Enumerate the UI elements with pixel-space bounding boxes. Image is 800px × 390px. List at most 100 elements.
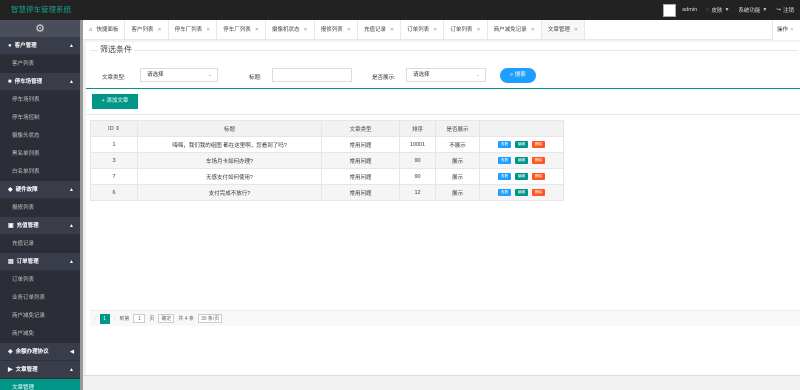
cell-type: 常用问题 (321, 168, 400, 185)
edit-button[interactable]: 编辑 (515, 141, 528, 148)
delete-button[interactable]: 删除 (532, 189, 545, 196)
close-icon[interactable]: ✕ (206, 20, 210, 40)
sidebar-item[interactable]: 停车场控制 (0, 109, 80, 127)
tab[interactable]: 停车厂列表 ✕ (169, 20, 218, 39)
close-icon[interactable]: ✕ (531, 20, 535, 40)
tab-label: 停车厂列表 (174, 26, 203, 33)
system-menu[interactable]: 系统功能 ▼ (738, 6, 767, 14)
main-content: 文章类型: 请选择 ⌄ 标题: 是否展示: 请选择 ⌄ ⌕ 搜索 筛选条件 + … (86, 42, 800, 390)
sidebar-item[interactable]: 停车场列表 (0, 91, 80, 109)
edit-button[interactable]: 编辑 (515, 157, 528, 164)
view-button[interactable]: 查看 (498, 173, 511, 180)
sidebar-menu: ● 客户管理 ▲ 客户列表 ■ 停车场管理 ▲ 停车场列表 停车场控制 摄像头状态 黑名单列表 白名单… (0, 37, 80, 390)
logout-button[interactable]: ↪ 注销 (776, 6, 794, 14)
column-header-type: 文章类型 (321, 120, 400, 137)
close-icon[interactable]: ✕ (433, 20, 437, 40)
sidebar-item[interactable]: 业务订单列表 (0, 289, 80, 307)
current-page[interactable]: 1 (99, 313, 110, 324)
tab-label: 充值记录 (363, 26, 386, 33)
show-select[interactable]: 请选择 ⌄ (406, 68, 486, 82)
sidebar-item[interactable]: 订单列表 (0, 271, 80, 289)
column-header-title: 标题 (137, 120, 322, 137)
delete-button[interactable]: 删除 (532, 141, 545, 148)
chevron-icon: ▲ (69, 367, 74, 373)
tab[interactable]: 客户列表 ✕ (125, 20, 169, 40)
tab-label: 快捷面板 (96, 26, 119, 33)
tab[interactable]: 充值记录 ✕ (358, 20, 402, 40)
close-icon[interactable]: ✕ (476, 20, 480, 40)
sidebar-group[interactable]: ▤ 订单管理 ▲ (0, 253, 80, 271)
close-icon[interactable]: ✕ (255, 20, 259, 40)
view-button[interactable]: 查看 (498, 189, 511, 196)
cell-id: 3 (90, 152, 138, 169)
sidebar-group-label: 客户管理 (14, 43, 37, 49)
sidebar-scrollbar[interactable] (80, 20, 83, 390)
view-button[interactable]: 查看 (498, 141, 511, 148)
delete-button[interactable]: 删除 (532, 173, 545, 180)
page-size-select[interactable]: 30 条/页 (197, 314, 223, 323)
sidebar-item[interactable]: 商户减免 (0, 325, 80, 343)
close-icon[interactable]: ✕ (157, 20, 161, 40)
sidebar-item[interactable]: 黑名单列表 (0, 145, 80, 163)
table-row: 6 支付完成不放行? 常用问题 12 展示 查看 编辑 删除 (90, 184, 564, 201)
sidebar-item[interactable]: 报修列表 (0, 199, 80, 217)
sidebar-item[interactable]: 白名单列表 (0, 163, 80, 181)
tab[interactable]: 停车厂列表 ✕ (217, 20, 266, 39)
tab[interactable]: ⌂ 快捷面板 (83, 20, 126, 39)
sidebar-group[interactable]: ▣ 充值管理 ▲ (0, 217, 80, 235)
edit-button[interactable]: 编辑 (515, 173, 528, 180)
search-button[interactable]: ⌕ 搜索 (500, 68, 536, 83)
type-select[interactable]: 请选择 ⌄ (140, 68, 218, 82)
close-icon[interactable]: ✕ (390, 20, 394, 40)
tab[interactable]: 文章管理 ✕ (541, 20, 586, 40)
edit-button[interactable]: 编辑 (515, 189, 528, 196)
tab-bar: ⌂ 快捷面板 客户列表 ✕ 停车厂列表 ✕ 停车厂列表 ✕ 摄像机状态 ✕ 报修列表 ✕ 充值记录 ✕ 订单… (83, 20, 800, 40)
cell-actions: 查看 编辑 删除 (479, 184, 564, 201)
tab[interactable]: 订单列表 ✕ (444, 20, 488, 40)
sidebar-group[interactable]: ▶ 文章管理 ▲ (0, 361, 80, 379)
tab[interactable]: 商户减免记录 ✕ (488, 20, 542, 39)
column-header-id[interactable]: ID ⇕ (90, 120, 138, 137)
user-menu[interactable]: admin (663, 3, 697, 17)
system-label: 系统功能 (738, 8, 761, 14)
table-row: 3 车场月卡如何办理? 常用问题 90 展示 查看 编辑 删除 (90, 152, 564, 169)
view-button[interactable]: 查看 (498, 157, 511, 164)
close-icon[interactable]: ✕ (574, 20, 578, 40)
total-count: 共 4 条 (178, 316, 194, 322)
top-bar: 智慧停车管理系统 admin ◌ 皮肤 ▼ 系统功能 ▼ ↪ 注销 (0, 0, 800, 20)
close-icon[interactable]: ✕ (347, 20, 351, 40)
menu-group-icon: ■ (8, 79, 12, 85)
chevron-icon: ▲ (69, 43, 74, 49)
sidebar-item[interactable]: 客户列表 (0, 55, 80, 73)
sidebar-group[interactable]: ■ 停车场管理 ▲ (0, 73, 80, 91)
skin-menu[interactable]: ◌ 皮肤 ▼ (706, 6, 729, 14)
sidebar-group[interactable]: ◆ 硬件故障 ▲ (0, 181, 80, 199)
goto-confirm-button[interactable]: 确定 (158, 314, 175, 323)
page-input[interactable]: 1 (133, 314, 146, 323)
tab-label: 订单列表 (450, 26, 473, 33)
sort-icon[interactable]: ⇕ (115, 126, 120, 132)
title-input[interactable] (272, 68, 352, 82)
add-article-button[interactable]: + 添加文章 (92, 94, 138, 109)
tab[interactable]: 报修列表 ✕ (315, 20, 358, 39)
gear-icon[interactable]: ⚙ (0, 20, 80, 37)
prev-page-icon[interactable]: ‹ (94, 316, 96, 322)
tab[interactable]: 摄像机状态 ✕ (266, 20, 315, 39)
tab-operations-menu[interactable]: 操作 ▼ (772, 20, 800, 40)
close-icon[interactable]: ✕ (304, 20, 308, 40)
sidebar-item[interactable]: 摄像头状态 (0, 127, 80, 145)
delete-button[interactable]: 删除 (532, 157, 545, 164)
operations-label: 操作 (777, 27, 789, 33)
show-select-value: 请选择 (413, 72, 430, 78)
tab[interactable]: 订单列表 ✕ (401, 20, 445, 40)
article-table: ID ⇕ 标题 文章类型 排序 是否展示 1 嗨嗨，我们我的组图 都在这里啊，您看… (90, 120, 564, 201)
sidebar-item[interactable]: 文章管理 (0, 379, 80, 390)
sidebar-item[interactable]: 充值记录 (0, 235, 80, 253)
chevron-down-icon: ⌄ (475, 72, 480, 78)
cell-title: 车场月卡如何办理? (137, 152, 322, 169)
sidebar-group[interactable]: ◈ 余额办理协议 ◀ (0, 343, 80, 361)
sidebar-item[interactable]: 商户减免记录 (0, 307, 80, 325)
sidebar-group[interactable]: ● 客户管理 ▲ (0, 37, 80, 55)
next-page-icon[interactable]: › (114, 316, 116, 322)
sidebar-group-label: 余额办理协议 (15, 349, 49, 355)
